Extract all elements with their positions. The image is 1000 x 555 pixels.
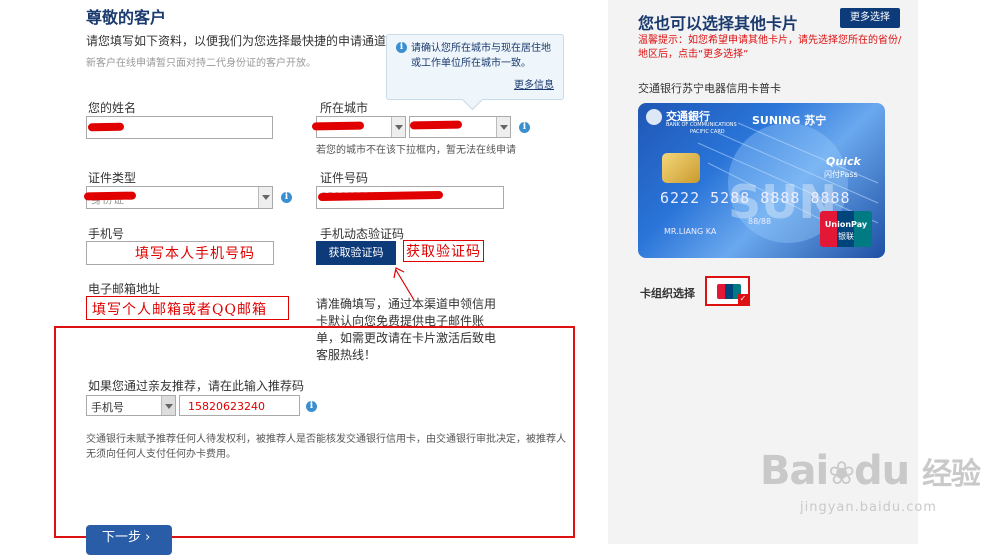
redaction-mark — [311, 121, 365, 131]
watermark-brand: Bai❀du 经验 — [760, 448, 981, 494]
watermark-cn: 经验 — [922, 457, 981, 492]
page-title: 尊敬的客户 — [86, 8, 167, 27]
id-type-label: 证件类型 — [88, 171, 137, 185]
card-quickpass: 闪付Pass — [824, 170, 858, 179]
unionpay-logo: UnionPay 银联 — [820, 211, 872, 247]
referral-type-value: 手机号 — [91, 401, 124, 414]
chevron-right-icon: › — [145, 530, 151, 545]
referral-type-select[interactable]: 手机号 — [86, 395, 176, 416]
card-chip — [662, 153, 700, 183]
city-hint: 若您的城市不在该下拉框内，暂无法在线申请 — [316, 145, 516, 156]
id-number-label: 证件号码 — [320, 171, 369, 185]
watermark-brand-1: Bai — [760, 448, 829, 494]
card-expiry: 88/88 — [748, 217, 772, 226]
card-org-option-unionpay[interactable]: ✓ — [705, 276, 750, 306]
card-org-label: 卡组织选择 — [640, 287, 695, 300]
intro-text: 请您填写如下资料，以便我们为您选择最快捷的申请通道 — [86, 34, 386, 48]
unionpay-text: UnionPay — [824, 220, 868, 229]
side-title: 您也可以选择其他卡片 — [638, 14, 799, 33]
referral-info-icon[interactable]: i — [306, 401, 317, 412]
card-bank-en: BANK OF COMMUNICATIONS — [666, 122, 737, 128]
phone-label: 手机号 — [88, 227, 125, 241]
redaction-mark — [87, 122, 125, 132]
card-holder: MR.LIANG KA — [664, 227, 717, 236]
sms-label: 手机动态验证码 — [320, 227, 405, 241]
info-icon: i — [396, 42, 407, 53]
unionpay-cn: 银联 — [838, 232, 854, 241]
id-type-info-icon[interactable]: i — [281, 192, 292, 203]
paw-icon: ❀ — [828, 454, 855, 492]
city-info-icon[interactable]: i — [519, 122, 530, 133]
card-number: 6222 5288 8888 8888 — [660, 189, 851, 207]
card-pacific: PACIFIC CARD — [690, 129, 725, 135]
referral-code-value: 15820623240 — [188, 400, 265, 413]
card-brand: SUNING 苏宁 — [752, 114, 827, 127]
check-icon: ✓ — [738, 294, 748, 304]
watermark-url: jingyan.baidu.com — [800, 500, 937, 515]
tooltip-text: 请确认您所在城市与现在居住地或工作单位所在城市一致。 — [411, 43, 551, 69]
redaction-mark — [83, 191, 137, 201]
get-sms-code-button[interactable]: 获取验证码 — [316, 241, 396, 265]
city-tooltip: i 请确认您所在城市与现在居住地或工作单位所在城市一致。 更多信息 — [386, 34, 564, 111]
bank-logo — [646, 109, 662, 125]
more-info-link[interactable]: 更多信息 — [514, 78, 554, 93]
side-warning: 温馨提示：如您希望申请其他卡片，请先选择您所在的省份/地区后，点击“更多选择” — [638, 35, 902, 60]
card-quick: Quick — [826, 155, 861, 168]
email-annotation: 填写个人邮箱或者QQ邮箱 — [92, 302, 267, 318]
redaction-mark — [409, 120, 463, 130]
sms-annotation: 获取验证码 — [403, 240, 484, 262]
next-button[interactable]: 下一步 › — [86, 525, 172, 555]
referral-code-input[interactable]: 15820623240 — [179, 395, 300, 416]
name-label: 您的姓名 — [88, 101, 137, 115]
city-label: 所在城市 — [320, 101, 369, 115]
id-notice: 新客户在线申请暂只面对持二代身份证的客户开放。 — [86, 58, 316, 69]
referral-disclaimer: 交通银行未赋予推荐任何人待发权利，被推荐人是否能核发交通银行信用卡，由交通银行审… — [86, 434, 566, 460]
more-options-button[interactable]: 更多选择 — [840, 8, 900, 28]
credit-card-image: SUN 交通銀行 BANK OF COMMUNICATIONS PACIFIC … — [638, 103, 885, 258]
phone-annotation: 填写本人手机号码 — [135, 246, 255, 262]
tooltip-arrow — [461, 88, 484, 111]
arrow-annotation — [393, 267, 415, 301]
watermark-brand-2: du — [854, 448, 910, 494]
next-button-label: 下一步 — [102, 530, 142, 545]
card-name: 交通银行苏宁电器信用卡普卡 — [638, 82, 781, 95]
referral-title: 如果您通过亲友推荐，请在此输入推荐码 — [88, 379, 305, 393]
email-label: 电子邮箱地址 — [88, 282, 161, 296]
